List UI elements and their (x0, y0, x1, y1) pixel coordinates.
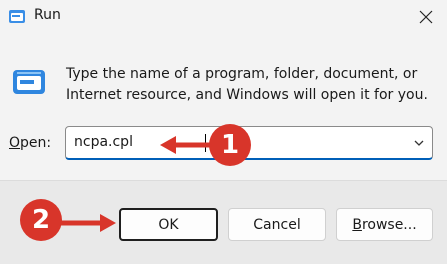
window-title: Run (34, 7, 61, 23)
chevron-down-icon[interactable] (413, 137, 425, 149)
ok-button[interactable]: OK (119, 208, 218, 241)
run-app-icon (8, 9, 26, 25)
annotation-marker-2: 2 (20, 199, 62, 241)
open-input-value[interactable]: ncpa.cpl (74, 134, 133, 150)
run-description: Type the name of a program, folder, docu… (66, 66, 428, 103)
close-icon (419, 10, 433, 24)
browse-button[interactable]: Browse... (336, 208, 433, 241)
annotation-marker-1: 1 (209, 124, 251, 166)
open-label-text: pen: (20, 135, 52, 151)
open-label: Open: (9, 135, 51, 151)
ok-label: OK (158, 216, 179, 233)
title-bar: Run (0, 0, 447, 34)
cancel-button[interactable]: Cancel (228, 208, 326, 241)
cancel-label: Cancel (253, 216, 301, 233)
close-button[interactable] (405, 0, 447, 34)
browse-label: rowse... (361, 216, 417, 233)
arrow-right-icon (58, 214, 116, 232)
browse-accelerator: B (352, 216, 362, 233)
open-accelerator: O (9, 135, 21, 151)
run-icon (11, 68, 47, 96)
